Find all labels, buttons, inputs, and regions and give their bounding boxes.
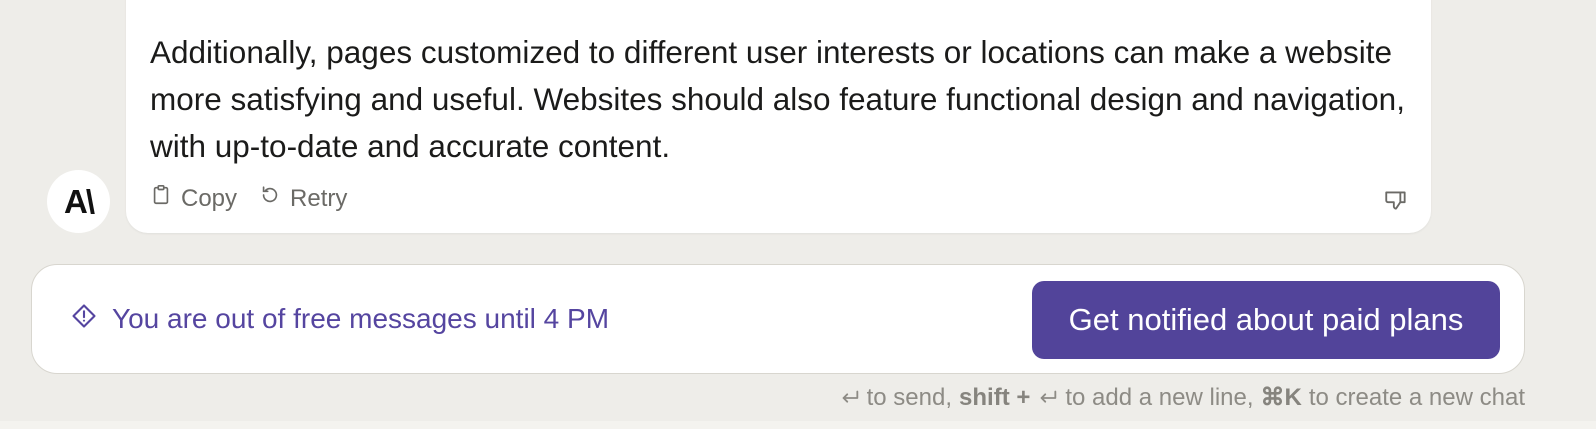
retry-button[interactable]: Retry xyxy=(259,184,347,213)
hint-shift-plus: shift + xyxy=(959,383,1031,411)
enter-key-icon xyxy=(839,387,861,409)
hint-to-new-chat: to create a new chat xyxy=(1308,383,1525,411)
keyboard-hint: to send, shift + to add a new line, ⌘K t… xyxy=(839,383,1525,412)
message-actions: Copy Retry xyxy=(150,184,347,213)
rate-limit-banner: You are out of free messages until 4 PM … xyxy=(31,264,1525,374)
banner-info-text: You are out of free messages until 4 PM xyxy=(112,303,610,334)
clipboard-icon xyxy=(150,184,172,213)
bottom-strip xyxy=(0,421,1596,429)
get-notified-button[interactable]: Get notified about paid plans xyxy=(1032,281,1500,359)
retry-label: Retry xyxy=(290,184,348,212)
banner-info: You are out of free messages until 4 PM xyxy=(70,265,609,373)
copy-label: Copy xyxy=(181,184,238,212)
assistant-message-card: Additionally, pages customized to differ… xyxy=(126,0,1431,233)
thumbs-down-button[interactable] xyxy=(1383,187,1409,213)
enter-key-icon xyxy=(1037,387,1059,409)
copy-button[interactable]: Copy xyxy=(150,184,237,213)
hint-to-add-line: to add a new line, xyxy=(1065,383,1254,411)
diamond-warning-icon xyxy=(70,302,98,337)
assistant-message-text: Additionally, pages customized to differ… xyxy=(150,34,1405,164)
hint-to-send: to send, xyxy=(866,383,953,411)
anthropic-logo-icon: A\ xyxy=(64,182,95,220)
assistant-avatar: A\ xyxy=(47,170,110,233)
retry-icon xyxy=(259,184,281,213)
thumbs-down-icon xyxy=(1383,191,1409,217)
hint-shortcut: ⌘K xyxy=(1260,384,1302,411)
